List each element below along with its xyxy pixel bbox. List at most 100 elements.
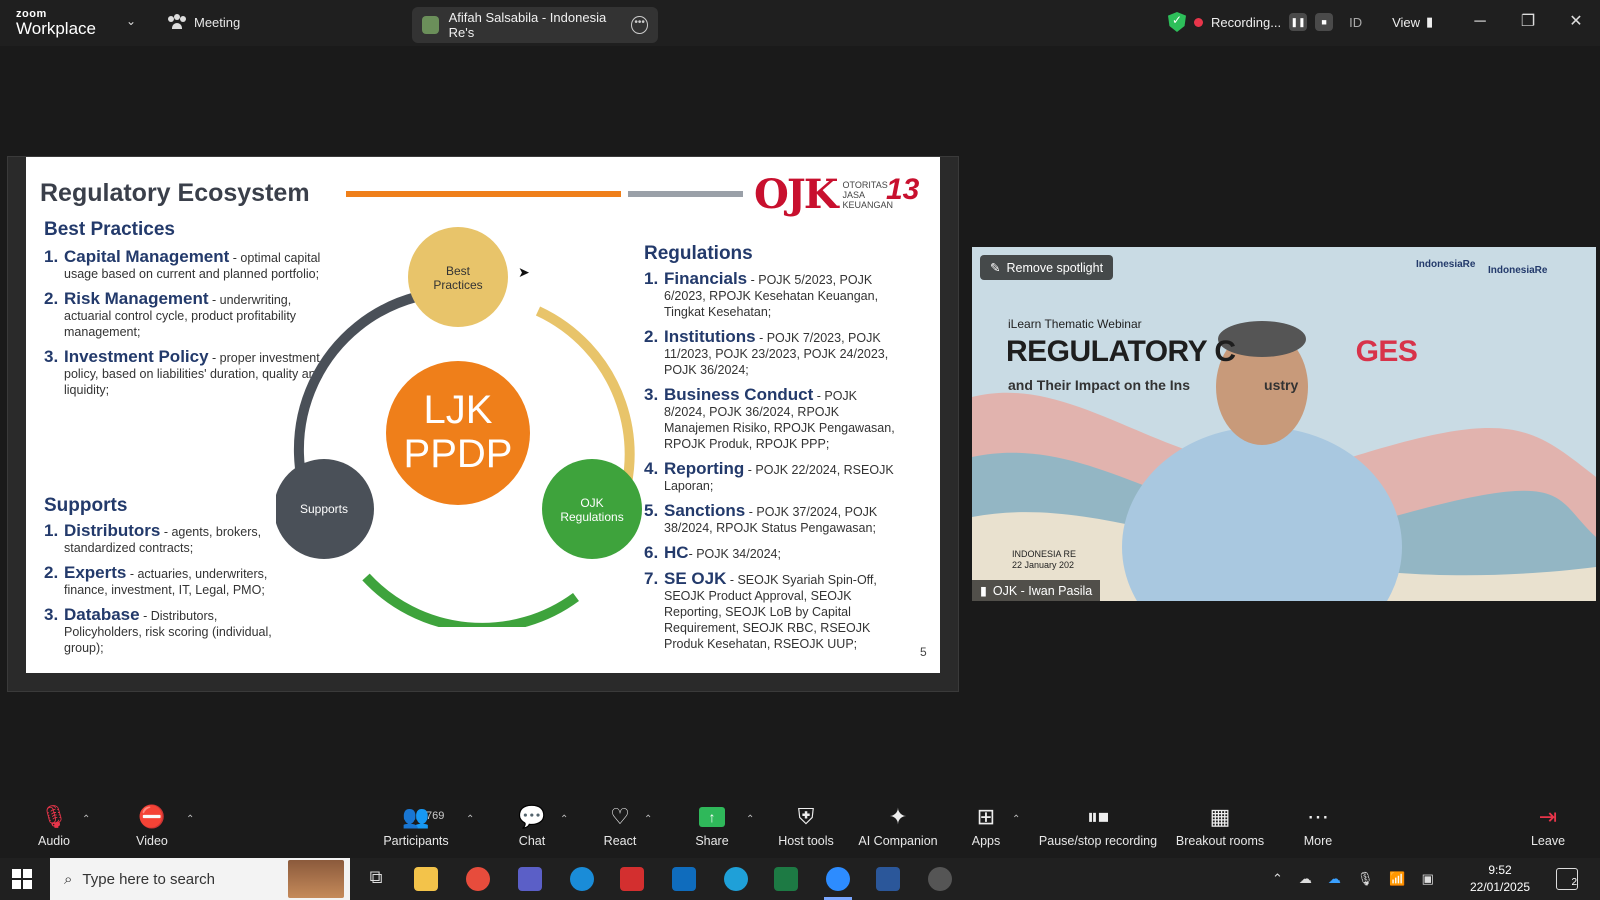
remove-spotlight-label: Remove spotlight <box>1006 260 1104 275</box>
excel-icon[interactable] <box>774 867 798 891</box>
onedrive-icon[interactable]: ☁ <box>1328 871 1341 887</box>
stop-recording-button[interactable]: ■ <box>1315 13 1334 31</box>
close-icon[interactable]: ✕ <box>1552 0 1600 46</box>
ai-companion-label: AI Companion <box>858 834 938 848</box>
ai-companion-button[interactable]: ✦ AI Companion <box>848 800 948 858</box>
pause-stop-label: Pause/stop recording <box>1038 834 1158 848</box>
node-best-label-1: Best <box>446 264 471 278</box>
meeting-menu[interactable]: Meeting <box>168 14 240 30</box>
windows-start-icon[interactable] <box>12 869 32 889</box>
security-shield-icon[interactable] <box>1168 12 1186 32</box>
view-button[interactable]: View ▮ <box>1392 14 1433 30</box>
participants-options-caret[interactable]: ⌃ <box>466 814 474 825</box>
item-number: 1. <box>44 521 59 540</box>
tray-overflow-icon[interactable]: ⌃ <box>1272 871 1283 887</box>
taskbar-search[interactable]: ⌕ Type here to search <box>50 858 350 900</box>
leave-button[interactable]: ⇥ Leave <box>1500 800 1596 858</box>
taskbar-clock[interactable]: 9:52 22/01/2025 <box>1470 862 1530 896</box>
system-tray: ⌃ ☁ ☁ 🎙 📶 ▣ <box>1272 858 1434 900</box>
file-explorer-icon[interactable] <box>414 867 438 891</box>
item-keyword: Risk Management <box>64 289 209 308</box>
restore-icon[interactable]: ❐ <box>1504 0 1552 46</box>
react-button[interactable]: ♡ React <box>572 800 668 858</box>
microphone-icon[interactable]: 🎙 <box>1357 871 1374 887</box>
wifi-icon[interactable]: 📶 <box>1389 871 1405 887</box>
list-item: 1. Financials - POJK 5/2023, POJK 6/2023… <box>644 270 900 320</box>
breakout-rooms-button[interactable]: ▦ Breakout rooms <box>1170 800 1270 858</box>
host-tools-label: Host tools <box>778 834 834 848</box>
outlook-icon[interactable] <box>672 867 696 891</box>
node-ojk-label-1: OJK <box>580 496 603 510</box>
chat-button[interactable]: 💬 Chat <box>484 800 580 858</box>
meeting-label: Meeting <box>194 14 241 30</box>
notification-icon[interactable]: 2 <box>1556 868 1578 890</box>
video-button[interactable]: ⛔ Video <box>104 800 200 858</box>
item-number: 6. <box>644 543 659 562</box>
word-icon[interactable] <box>876 867 900 891</box>
share-options-caret[interactable]: ⌃ <box>746 814 754 825</box>
zoom-workplace-logo[interactable]: zoom Workplace <box>16 9 96 38</box>
video-options-caret[interactable]: ⌃ <box>186 814 194 825</box>
host-tools-button[interactable]: ⛨ Host tools <box>758 800 854 858</box>
windows-taskbar: ⌕ Type here to search ⧉ ⌃ ☁ ☁ 🎙 📶 ▣ 9:52… <box>0 858 1600 900</box>
breakout-label: Breakout rooms <box>1175 834 1265 848</box>
spotlight-video[interactable]: IndonesiaRe IndonesiaRe iLearn Thematic … <box>972 247 1596 601</box>
arc-green <box>362 573 579 627</box>
apps-options-caret[interactable]: ⌃ <box>1012 814 1020 825</box>
react-label: React <box>603 834 637 848</box>
center-label-2: PPDP <box>404 432 513 476</box>
language-label[interactable]: ID <box>1349 15 1362 30</box>
apps-button[interactable]: ⊞ Apps <box>938 800 1034 858</box>
pause-stop-icon: ⏸⏹ <box>1086 804 1109 829</box>
item-keyword: Database <box>64 605 140 624</box>
minimize-icon[interactable]: ─ <box>1456 0 1504 46</box>
participant-name: OJK - Iwan Pasila <box>992 583 1093 598</box>
chrome-icon[interactable] <box>466 867 490 891</box>
share-button[interactable]: ↑ Share <box>664 800 760 858</box>
webinar-date: INDONESIA RE 22 January 202 <box>1012 549 1076 571</box>
react-options-caret[interactable]: ⌃ <box>644 814 652 825</box>
display-icon[interactable]: ▣ <box>1422 871 1434 887</box>
window-controls: ─ ❐ ✕ <box>1456 0 1600 46</box>
media-player-icon[interactable] <box>928 867 952 891</box>
more-options-icon[interactable]: ••• <box>631 16 648 34</box>
outlook-new-icon[interactable] <box>570 867 594 891</box>
edge-icon[interactable] <box>724 867 748 891</box>
participants-icon: 👥 <box>402 804 430 829</box>
supports-heading: Supports <box>44 495 128 516</box>
meeting-title: Afifah Salsabila - Indonesia Re's <box>448 10 607 40</box>
slide: Regulatory Ecosystem OJK OTORITAS JASA K… <box>26 157 940 673</box>
list-item: 7. SE OJK - SEOJK Syariah Spin-Off, SEOJ… <box>644 570 906 652</box>
pin-icon: ✎ <box>990 261 1001 275</box>
webinar-title: REGULATORY C GES <box>1006 335 1418 369</box>
meeting-title-pill[interactable]: Afifah Salsabila - Indonesia Re's ••• <box>412 7 658 43</box>
recording-dot-icon <box>1194 17 1203 27</box>
ecosystem-diagram: LJK PPDP Best Practices Supports OJK Reg… <box>276 227 642 627</box>
recording-status: Recording... ❚❚ ■ ID View ▮ <box>1168 12 1433 32</box>
node-supports-label: Supports <box>300 502 348 516</box>
best-practices-heading: Best Practices <box>44 219 175 240</box>
breakout-rooms-icon: ▦ <box>1209 804 1231 829</box>
remove-spotlight-button[interactable]: ✎ Remove spotlight <box>980 255 1114 280</box>
audio-button[interactable]: 🎙 Audio <box>6 800 102 858</box>
list-item: 3. Database - Distributors, Policyholder… <box>44 605 294 656</box>
audio-options-caret[interactable]: ⌃ <box>82 814 90 825</box>
regulations-heading: Regulations <box>644 243 753 264</box>
teams-icon[interactable] <box>518 867 542 891</box>
pause-stop-recording-button[interactable]: ⏸⏹ Pause/stop recording <box>1034 800 1162 858</box>
node-best-label-2: Practices <box>433 278 482 292</box>
participants-button[interactable]: 👥 769 Participants <box>368 800 464 858</box>
leave-icon: ⇥ <box>1538 804 1558 829</box>
shield-icon: ⛨ <box>797 804 815 829</box>
more-button[interactable]: ⋯ More <box>1270 800 1366 858</box>
pause-recording-button[interactable]: ❚❚ <box>1289 13 1308 31</box>
list-item: 3. Business Conduct - POJK 8/2024, POJK … <box>644 386 900 452</box>
host-avatar-icon <box>422 16 439 34</box>
chat-options-caret[interactable]: ⌃ <box>560 814 568 825</box>
chevron-down-icon[interactable]: ⌄ <box>126 14 136 28</box>
zoom-icon[interactable] <box>826 867 850 891</box>
network-cloud-icon[interactable]: ☁ <box>1299 871 1312 887</box>
task-view-icon[interactable]: ⧉ <box>364 867 388 891</box>
acrobat-icon[interactable] <box>620 867 644 891</box>
ojk-logo-mark: OJK <box>754 171 839 218</box>
